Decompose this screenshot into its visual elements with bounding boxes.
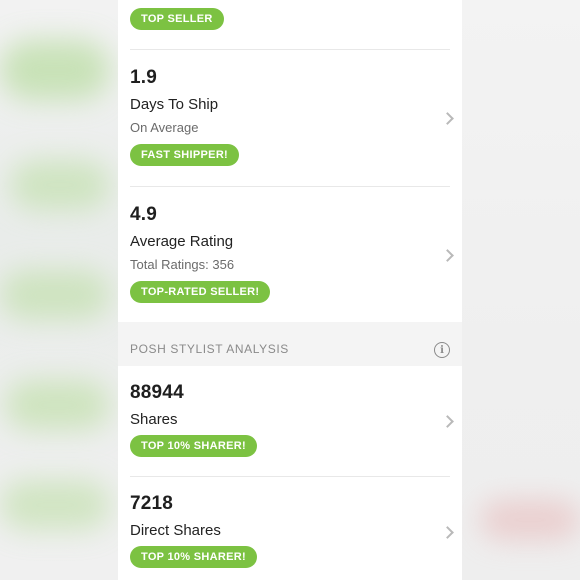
direct-shares-value: 7218 xyxy=(130,493,174,514)
background-blob xyxy=(0,480,110,530)
blurred-background-left xyxy=(0,0,120,580)
section-title: POSH STYLIST ANALYSIS xyxy=(130,342,289,356)
direct-shares-row[interactable]: 7218 Direct Shares TOP 10% SHARER! xyxy=(118,477,462,580)
shares-title: Shares xyxy=(130,411,178,428)
background-blob xyxy=(5,380,110,430)
total-ratings-subtitle: Total Ratings: 356 xyxy=(130,257,235,272)
days-to-ship-subtitle: On Average xyxy=(130,120,199,135)
info-icon[interactable]: i xyxy=(434,342,450,358)
days-to-ship-row[interactable]: 1.9 Days To Ship On Average FAST SHIPPER… xyxy=(118,50,462,187)
top-seller-row[interactable]: TOP SELLER xyxy=(118,0,462,50)
background-blob xyxy=(10,160,110,210)
average-rating-value: 4.9 xyxy=(130,204,158,225)
background-blob xyxy=(0,270,110,320)
chevron-right-icon[interactable] xyxy=(441,249,454,262)
direct-shares-title: Direct Shares xyxy=(130,522,221,539)
average-rating-title: Average Rating xyxy=(130,233,234,250)
top-rated-seller-badge: TOP-RATED SELLER! xyxy=(130,281,271,303)
top-sharer-badge: TOP 10% SHARER! xyxy=(130,435,257,457)
days-to-ship-title: Days To Ship xyxy=(130,96,219,113)
seller-stats-panel: TOP SELLER 1.9 Days To Ship On Average F… xyxy=(118,0,462,580)
background-blob xyxy=(0,40,110,100)
days-to-ship-value: 1.9 xyxy=(130,67,158,88)
blurred-background-right xyxy=(462,0,580,580)
chevron-right-icon[interactable] xyxy=(441,415,454,428)
top-seller-badge: TOP SELLER xyxy=(130,8,224,30)
fast-shipper-badge: FAST SHIPPER! xyxy=(130,144,240,166)
shares-value: 88944 xyxy=(130,382,184,403)
chevron-right-icon[interactable] xyxy=(441,112,454,125)
posh-stylist-analysis-header: POSH STYLIST ANALYSIS i xyxy=(118,322,462,366)
shares-row[interactable]: 88944 Shares TOP 10% SHARER! xyxy=(118,366,462,477)
average-rating-row[interactable]: 4.9 Average Rating Total Ratings: 356 TO… xyxy=(118,187,462,322)
background-blob xyxy=(480,500,580,540)
chevron-right-icon[interactable] xyxy=(441,526,454,539)
top-sharer-badge: TOP 10% SHARER! xyxy=(130,546,257,568)
